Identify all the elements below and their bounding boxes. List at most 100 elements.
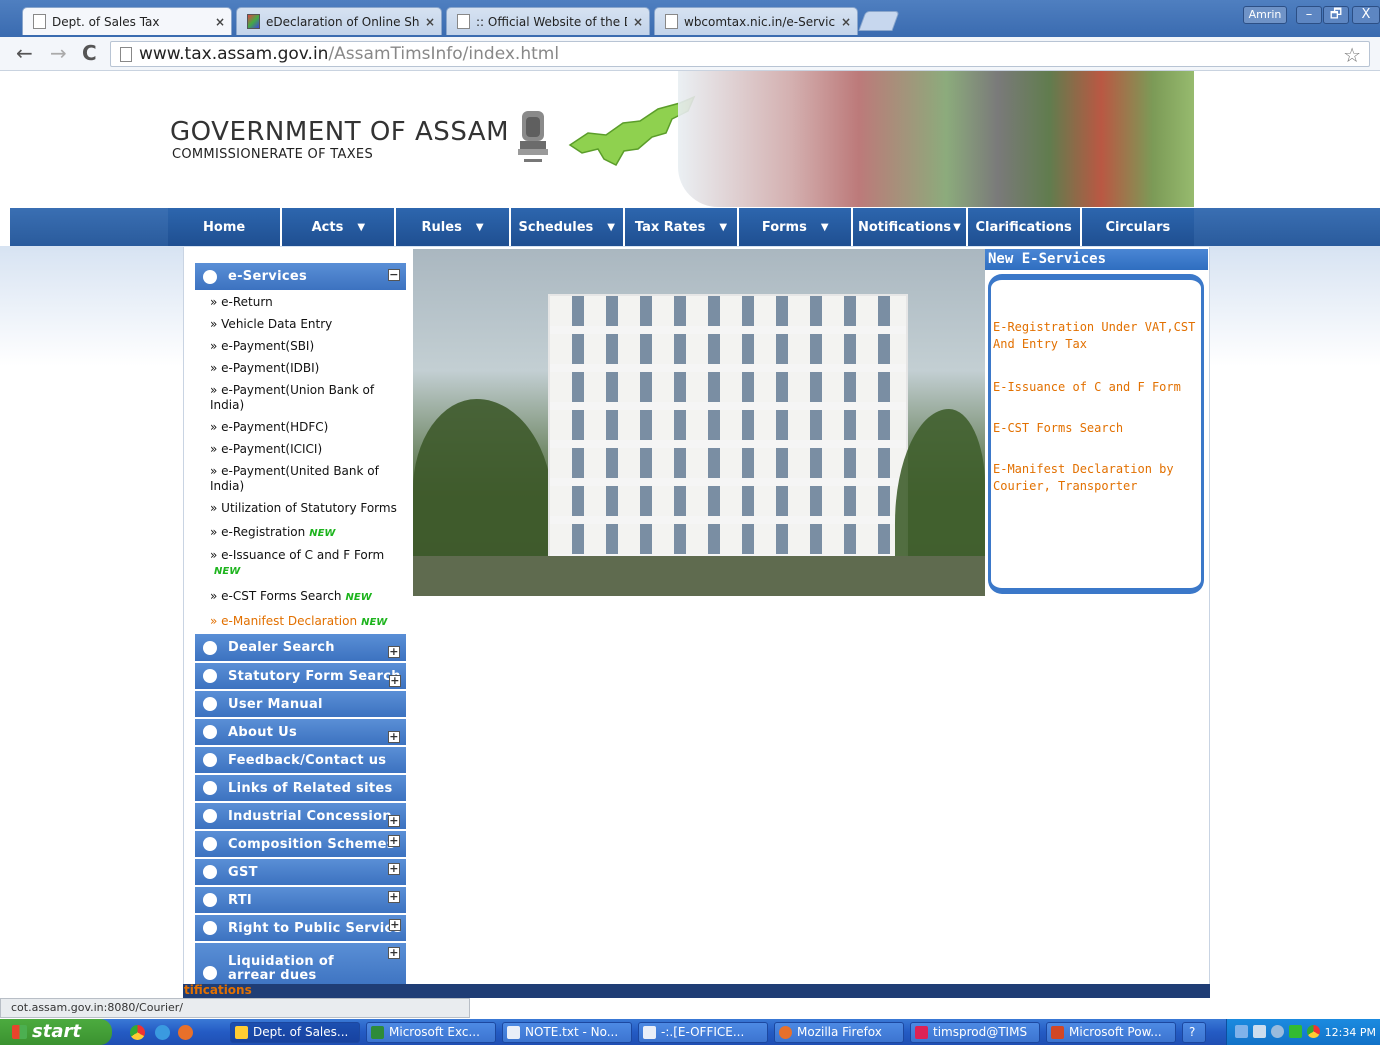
sidebar-section-feedback[interactable]: Feedback/Contact us [195, 746, 406, 774]
bullet-icon [203, 809, 217, 823]
sidebar-link-e-issuance-cf[interactable]: » e-Issuance of C and F Form NEW [195, 546, 406, 581]
sidebar-section-right-to-public-service[interactable]: Right to Public Service + [195, 914, 406, 942]
sidebar-link-epayment-union-bank[interactable]: » e-Payment(Union Bank of India) [195, 381, 406, 415]
firefox-icon[interactable] [178, 1025, 193, 1040]
sidebar-link-e-cst-search[interactable]: » e-CST Forms Search NEW [195, 587, 406, 607]
expand-icon[interactable]: + [389, 675, 401, 687]
new-eservice-link[interactable]: E-Issuance of C and F Form [993, 379, 1198, 396]
link-label: » e-Issuance of C and F Form [210, 548, 385, 562]
taskbar-help-item[interactable]: ? [1182, 1022, 1206, 1043]
back-arrow-icon[interactable]: ← [16, 41, 33, 65]
page-icon [457, 14, 470, 29]
nav-acts[interactable]: Acts ▼ [282, 208, 397, 246]
expand-icon[interactable]: + [388, 646, 400, 658]
start-button[interactable]: start [0, 1019, 112, 1045]
nav-home[interactable]: Home [168, 208, 283, 246]
tab-edeclaration[interactable]: eDeclaration of Online Shopp × [236, 7, 442, 35]
new-tab-button[interactable] [858, 11, 900, 31]
close-icon[interactable]: × [633, 15, 643, 29]
sidebar-link-epayment-idbi[interactable]: » e-Payment(IDBI) [195, 359, 406, 378]
expand-icon[interactable]: + [388, 947, 400, 959]
ie-icon[interactable] [155, 1025, 170, 1040]
page-icon [33, 14, 46, 29]
sidebar-link-epayment-united-bank[interactable]: » e-Payment(United Bank of India) [195, 462, 406, 496]
tab-official-website[interactable]: :: Official Website of the Dire × [446, 7, 650, 35]
sidebar-section-industrial-concession[interactable]: Industrial Concession + [195, 802, 406, 830]
sidebar-link-e-registration[interactable]: » e-Registration NEW [195, 523, 406, 543]
sidebar-link-vehicle-data-entry[interactable]: » Vehicle Data Entry [195, 315, 406, 334]
expand-icon[interactable]: + [388, 835, 400, 847]
page-icon [120, 47, 132, 62]
new-eservice-link[interactable]: E-Manifest Declaration by Courier, Trans… [993, 461, 1198, 495]
sidebar-section-dealer-search[interactable]: Dealer Search + [195, 634, 406, 662]
expand-icon[interactable]: + [388, 815, 400, 827]
close-icon[interactable]: × [841, 15, 851, 29]
star-icon[interactable]: ☆ [1343, 43, 1361, 67]
taskbar-item[interactable]: NOTE.txt - No... [502, 1022, 632, 1043]
tab-dept-sales-tax[interactable]: Dept. of Sales Tax × [22, 7, 232, 35]
close-icon[interactable]: × [215, 15, 225, 29]
sidebar-section-label: GST [228, 864, 258, 880]
nav-label: Notifications [857, 219, 952, 235]
nav-schedules[interactable]: Schedules ▼ [510, 208, 625, 246]
chrome-icon[interactable] [130, 1025, 145, 1040]
close-window-button[interactable]: X [1352, 6, 1380, 24]
new-eservice-link[interactable]: E-Registration Under VAT,CST And Entry T… [993, 319, 1198, 353]
tab-wbcomtax[interactable]: wbcomtax.nic.in/e-Services/ × [654, 7, 858, 35]
monitor-icon[interactable] [1253, 1025, 1266, 1038]
task-label: ? [1189, 1025, 1196, 1039]
ticker-text[interactable]: tifications [184, 984, 252, 996]
nav-forms[interactable]: Forms ▼ [739, 208, 854, 246]
close-icon[interactable]: × [425, 15, 435, 29]
bell-icon[interactable] [1271, 1025, 1284, 1038]
sidebar-link-e-return[interactable]: » e-Return [195, 293, 406, 312]
sidebar-section-composition-schemes[interactable]: Composition Schemes + [195, 830, 406, 858]
nav-tax-rates[interactable]: Tax Rates ▼ [624, 208, 740, 246]
sidebar-section-related-links[interactable]: Links of Related sites [195, 774, 406, 802]
collapse-icon[interactable]: − [388, 269, 400, 281]
link-label: » e-Manifest Declaration [210, 614, 358, 628]
nav-circulars[interactable]: Circulars [1081, 208, 1194, 246]
sidebar-link-epayment-sbi[interactable]: » e-Payment(SBI) [195, 337, 406, 356]
sidebar-section-rti[interactable]: RTI + [195, 886, 406, 914]
taskbar-item[interactable]: Mozilla Firefox [774, 1022, 904, 1043]
minimize-button[interactable]: – [1296, 6, 1322, 24]
header-banner-collage [678, 71, 1194, 207]
sidebar-section-about-us[interactable]: About Us + [195, 718, 406, 746]
sidebar-link-utilization-forms[interactable]: » Utilization of Statutory Forms [195, 499, 406, 518]
sidebar-section-user-manual[interactable]: User Manual [195, 690, 406, 718]
expand-icon[interactable]: + [388, 731, 400, 743]
nav-notifications[interactable]: Notifications ▼ [853, 208, 968, 246]
sidebar-section-gst[interactable]: GST + [195, 858, 406, 886]
taskbar-item[interactable]: timsprod@TIMS [910, 1022, 1040, 1043]
q-icon[interactable] [1289, 1025, 1302, 1038]
taskbar-item[interactable]: -:.[E-OFFICE... [638, 1022, 768, 1043]
restore-button[interactable]: 🗗 [1323, 6, 1349, 24]
sidebar-section-statutory-form-search[interactable]: Statutory Form Search + [195, 662, 406, 690]
nav-rules[interactable]: Rules ▼ [396, 208, 511, 246]
profile-badge[interactable]: Amrin [1243, 6, 1287, 24]
address-bar[interactable]: www.tax.assam.gov.in/AssamTimsInfo/index… [110, 41, 1370, 67]
nav-clarifications[interactable]: Clarifications [967, 208, 1082, 246]
taskbar-item[interactable]: Microsoft Pow... [1046, 1022, 1176, 1043]
sidebar-link-epayment-hdfc[interactable]: » e-Payment(HDFC) [195, 418, 406, 437]
network-icon[interactable] [1235, 1025, 1248, 1038]
chrome-icon [235, 1026, 248, 1039]
system-tray: 12:34 PM [1226, 1019, 1380, 1045]
office-building-photo [413, 249, 985, 596]
new-eservice-link[interactable]: E-CST Forms Search [993, 420, 1198, 437]
link-label: » e-Payment(SBI) [210, 339, 315, 353]
chrome-icon[interactable] [1307, 1025, 1320, 1038]
taskbar-item[interactable]: Dept. of Sales... [230, 1022, 360, 1043]
sidebar-link-epayment-icici[interactable]: » e-Payment(ICICI) [195, 440, 406, 459]
sidebar-link-e-manifest[interactable]: » e-Manifest Declaration NEW [195, 612, 406, 632]
nav-label: Rules [421, 219, 462, 235]
reload-icon[interactable]: C [82, 41, 97, 65]
expand-icon[interactable]: + [388, 891, 400, 903]
expand-icon[interactable]: + [388, 863, 400, 875]
chevron-down-icon: ▼ [820, 221, 829, 233]
sidebar-section-eservices[interactable]: e-Services − [195, 263, 406, 291]
taskbar-item[interactable]: Microsoft Exc... [366, 1022, 496, 1043]
expand-icon[interactable]: + [389, 919, 401, 931]
forward-arrow-icon[interactable]: → [50, 41, 67, 65]
